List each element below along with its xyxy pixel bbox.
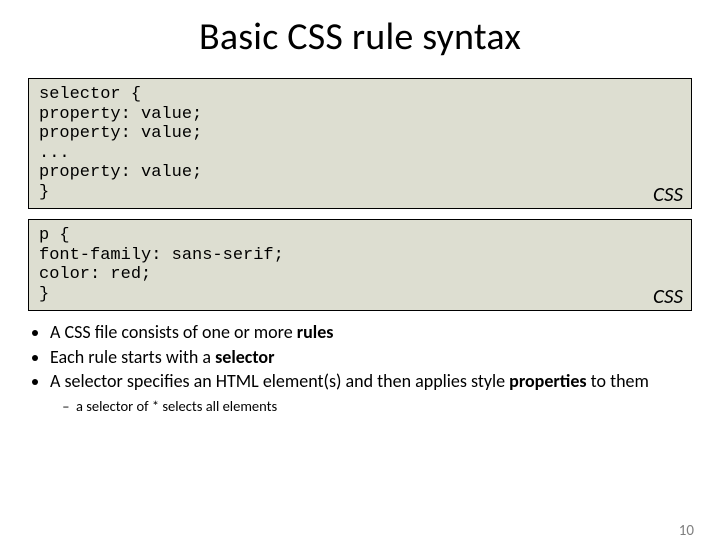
code-lang-label: CSS [653,182,683,206]
bullet-list: A CSS file consists of one or more rules… [28,321,692,415]
sub-bullet-item: a selector of * selects all elements [76,397,692,415]
code-text: p { font-family: sans-serif; color: red;… [39,226,284,304]
bullet-item: A CSS file consists of one or more rules [50,321,692,344]
code-block-example: p { font-family: sans-serif; color: red;… [28,219,692,311]
code-text: selector { property: value; property: va… [39,85,202,202]
page-number: 10 [679,522,694,540]
slide: Basic CSS rule syntax selector { propert… [0,14,720,540]
code-block-syntax: selector { property: value; property: va… [28,78,692,209]
sub-bullet-list: a selector of * selects all elements [50,397,692,415]
code-lang-label: CSS [653,284,683,308]
slide-title: Basic CSS rule syntax [0,14,720,60]
bullet-item: Each rule starts with a selector [50,346,692,369]
bullet-item: A selector specifies an HTML element(s) … [50,370,692,415]
